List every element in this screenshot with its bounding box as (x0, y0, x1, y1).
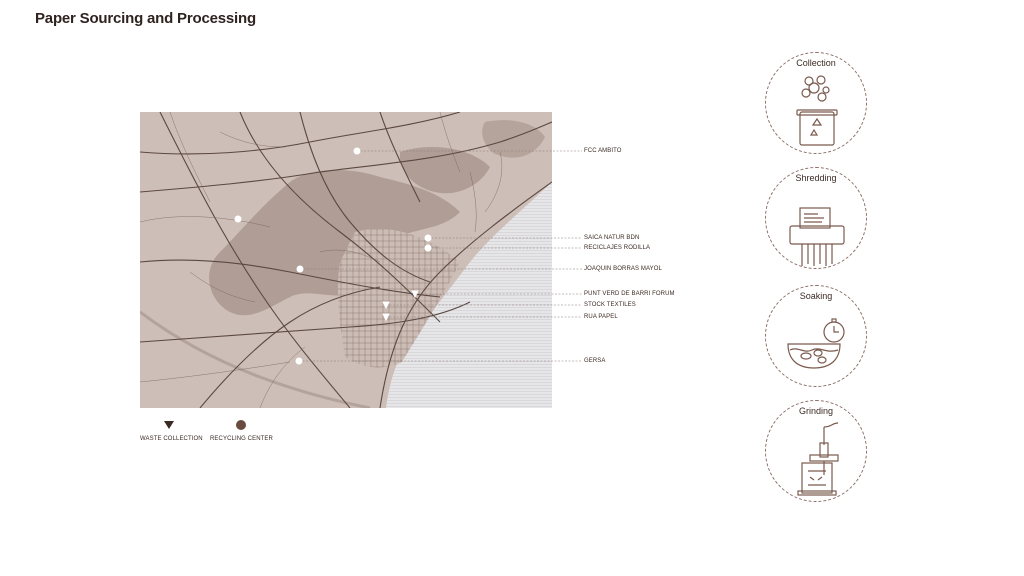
location-label: RECICLAJES RODILLA (584, 245, 651, 251)
location-label: GERSA (584, 358, 606, 364)
soaking-tub-timer-icon (787, 318, 845, 369)
location-label: SAICA NATUR BDN (584, 235, 640, 241)
paper-shredder-icon (789, 207, 845, 266)
step-grinding[interactable]: Grinding (765, 400, 867, 502)
recycle-bin-icon (796, 75, 838, 146)
legend-label: WASTE COLLECTION (140, 436, 203, 442)
step-shredding[interactable]: Shredding (765, 167, 867, 269)
location-label: STOCK TEXTILES (584, 302, 636, 308)
legend-waste-collection: WASTE COLLECTION (140, 418, 203, 442)
step-collection[interactable]: Collection (765, 52, 867, 154)
location-label: RUA PAPEL (584, 314, 618, 320)
location-label: PUNT VERD DE BARRI FORUM (584, 291, 675, 297)
circle-marker-icon (236, 420, 246, 430)
legend-label: RECYCLING CENTER (210, 436, 273, 442)
map[interactable] (140, 112, 552, 408)
step-soaking[interactable]: Soaking (765, 285, 867, 387)
triangle-marker-icon (164, 421, 174, 429)
location-label: FCC AMBITO (584, 148, 622, 154)
page-title: Paper Sourcing and Processing (35, 10, 256, 27)
map-canvas (140, 112, 552, 408)
legend-recycling-center: RECYCLING CENTER (210, 418, 273, 442)
grinder-icon (797, 422, 839, 496)
location-label: JOAQUIN BORRAS MAYOL (584, 266, 662, 272)
